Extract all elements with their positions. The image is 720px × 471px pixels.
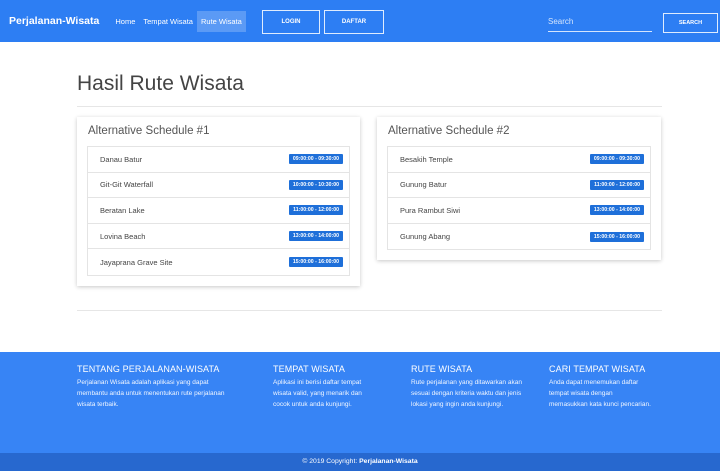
schedule-row[interactable]: Danau Batur 09:00:00 - 09:30:00 [88, 147, 349, 173]
schedule-list: Danau Batur 09:00:00 - 09:30:00 Git-Git … [87, 146, 350, 276]
footer-heading: RUTE WISATA [411, 364, 473, 374]
time-badge: 15:00:00 - 16:00:00 [589, 231, 644, 242]
time-badge: 09:00:00 - 09:30:00 [589, 154, 644, 165]
schedule-row[interactable]: Jayaprana Grave Site 15:00:00 - 16:00:00 [88, 249, 349, 275]
footer-text: Aplikasi ini berisi daftar tempat wisata… [273, 379, 362, 409]
schedule-list: Besakih Temple 09:00:00 - 09:30:00 Gunun… [387, 146, 651, 251]
schedule-row[interactable]: Gunung Abang 15:00:00 - 16:00:00 [388, 224, 650, 250]
footer-about: TENTANG PERJALANAN-WISATA Perjalanan Wis… [77, 364, 237, 411]
nav-link-tempat-wisata[interactable]: Tempat Wisata [139, 11, 197, 32]
schedule-row[interactable]: Git-Git Waterfall 10:00:00 - 10:30:00 [88, 173, 349, 199]
place-name: Danau Batur [100, 154, 143, 164]
brand-logo[interactable]: Perjalanan-Wisata [9, 15, 99, 27]
place-name: Gunung Abang [400, 232, 451, 242]
content-divider [77, 310, 662, 311]
time-badge: 09:00:00 - 09:30:00 [288, 154, 343, 165]
navbar: Perjalanan-Wisata Home Tempat Wisata Rut… [0, 0, 720, 42]
footer-heading: TEMPAT WISATA [273, 364, 345, 374]
place-name: Gunung Batur [400, 180, 447, 190]
copyright-link[interactable]: Perjalanan-Wisata [359, 458, 418, 465]
footer-cari-tempat: CARI TEMPAT WISATA Anda dapat menemukan … [549, 364, 653, 411]
schedule-title: Alternative Schedule #1 [88, 125, 210, 137]
time-badge: 11:00:00 - 12:00:00 [590, 179, 644, 190]
schedule-row[interactable]: Gunung Batur 11:00:00 - 12:00:00 [388, 173, 650, 199]
footer-tempat-wisata: TEMPAT WISATA Aplikasi ini berisi daftar… [273, 364, 377, 411]
schedule-title: Alternative Schedule #2 [388, 125, 510, 137]
footer-heading: TENTANG PERJALANAN-WISATA [77, 364, 220, 374]
nav-link-rute-wisata[interactable]: Rute Wisata [196, 10, 246, 32]
title-divider [77, 106, 662, 107]
register-button[interactable]: DAFTAR [324, 10, 384, 34]
search-button[interactable]: SEARCH [663, 13, 718, 33]
place-name: Git-Git Waterfall [100, 180, 154, 190]
copyright-text: © 2019 Copyright: [302, 458, 360, 465]
place-name: Pura Rambut Siwi [400, 205, 461, 215]
time-badge: 13:00:00 - 14:00:00 [589, 205, 644, 216]
footer: TENTANG PERJALANAN-WISATA Perjalanan Wis… [0, 352, 720, 453]
time-badge: 13:00:00 - 14:00:00 [288, 231, 343, 242]
footer-text: Anda dapat menemukan daftar tempat wisat… [549, 379, 651, 409]
place-name: Jayaprana Grave Site [100, 257, 173, 267]
time-badge: 10:00:00 - 10:30:00 [288, 179, 343, 190]
page-title: Hasil Rute Wisata [77, 72, 244, 95]
place-name: Lovina Beach [100, 231, 146, 241]
schedule-row[interactable]: Besakih Temple 09:00:00 - 09:30:00 [388, 147, 650, 173]
footer-text: Rute perjalanan yang ditawarkan akan ses… [411, 379, 522, 409]
nav-link-home[interactable]: Home [111, 11, 139, 32]
footer-heading: CARI TEMPAT WISATA [549, 364, 646, 374]
login-button[interactable]: LOGIN [262, 10, 320, 34]
time-badge: 15:00:00 - 16:00:00 [288, 257, 343, 268]
copyright-bar: © 2019 Copyright: Perjalanan-Wisata [0, 453, 720, 471]
schedule-row[interactable]: Beratan Lake 11:00:00 - 12:00:00 [88, 198, 349, 224]
schedule-card-1: Alternative Schedule #1 Danau Batur 09:0… [77, 117, 360, 286]
place-name: Besakih Temple [400, 154, 453, 164]
schedule-row[interactable]: Lovina Beach 13:00:00 - 14:00:00 [88, 224, 349, 250]
schedule-card-2: Alternative Schedule #2 Besakih Temple 0… [377, 117, 661, 260]
footer-text: Perjalanan Wisata adalah aplikasi yang d… [77, 379, 225, 409]
footer-rute-wisata: RUTE WISATA Rute perjalanan yang ditawar… [411, 364, 523, 411]
search-input[interactable] [548, 12, 652, 32]
time-badge: 11:00:00 - 12:00:00 [289, 205, 343, 216]
place-name: Beratan Lake [100, 205, 145, 215]
schedule-row[interactable]: Pura Rambut Siwi 13:00:00 - 14:00:00 [388, 198, 650, 224]
